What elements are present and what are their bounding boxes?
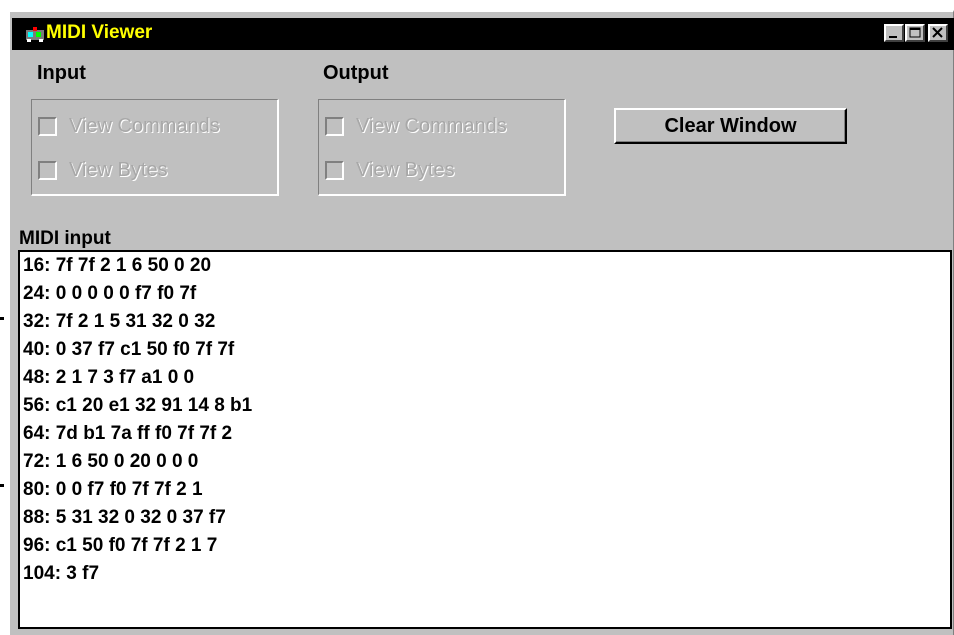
title-bar[interactable]: MIDI Viewer [12, 18, 954, 50]
midi-input-textbox[interactable]: 16: 7f 7f 2 1 6 50 0 20 24: 0 0 0 0 0 f7 … [18, 250, 952, 629]
checkbox-square [38, 117, 57, 136]
edge-mark [0, 484, 4, 487]
midi-input-line: 104: 3 f7 [23, 563, 100, 584]
midi-input-line: 16: 7f 7f 2 1 6 50 0 20 [23, 255, 212, 276]
clear-window-button[interactable]: Clear Window [614, 108, 847, 144]
midi-input-line: 40: 0 37 f7 c1 50 f0 7f 7f [23, 339, 235, 360]
output-view-commands-label: View Commands [356, 115, 507, 137]
window-title: MIDI Viewer [46, 22, 153, 43]
midi-input-line: 64: 7d b1 7a ff f0 7f 7f 2 [23, 423, 233, 444]
minimize-button[interactable] [884, 24, 904, 42]
maximize-button[interactable] [905, 24, 925, 42]
output-view-bytes-checkbox[interactable]: View Bytes [325, 159, 455, 182]
maximize-icon [909, 27, 921, 38]
midi-input-line: 88: 5 31 32 0 32 0 37 f7 [23, 507, 226, 528]
midi-input-line: 56: c1 20 e1 32 91 14 8 b1 [23, 395, 253, 416]
input-group-box: View Commands View Bytes [31, 99, 279, 196]
midi-input-line: 80: 0 0 f7 f0 7f 7f 2 1 [23, 479, 203, 500]
checkbox-square [38, 161, 57, 180]
midi-input-line: 72: 1 6 50 0 20 0 0 0 [23, 451, 199, 472]
checkbox-square [325, 117, 344, 136]
output-view-bytes-label: View Bytes [356, 159, 455, 181]
input-view-commands-checkbox[interactable]: View Commands [38, 115, 220, 138]
input-label: Input [37, 62, 86, 84]
midi-input-label: MIDI input [19, 228, 111, 249]
midi-input-line: 96: c1 50 f0 7f 7f 2 1 7 [23, 535, 218, 556]
output-label: Output [323, 62, 389, 84]
midi-input-line: 32: 7f 2 1 5 31 32 0 32 [23, 311, 216, 332]
midi-input-line: 48: 2 1 7 3 f7 a1 0 0 [23, 367, 195, 388]
input-view-commands-label: View Commands [69, 115, 220, 137]
input-view-bytes-checkbox[interactable]: View Bytes [38, 159, 168, 182]
close-icon [932, 27, 943, 38]
output-group-box: View Commands View Bytes [318, 99, 566, 196]
edge-mark [0, 317, 4, 320]
midi-viewer-window: MIDI Viewer Input Output View Commands V… [8, 10, 954, 635]
midi-input-line: 24: 0 0 0 0 0 f7 f0 7f [23, 283, 197, 304]
minimize-icon [889, 36, 897, 38]
output-view-commands-checkbox[interactable]: View Commands [325, 115, 507, 138]
app-icon [25, 26, 45, 42]
checkbox-square [325, 161, 344, 180]
close-button[interactable] [928, 24, 948, 42]
input-view-bytes-label: View Bytes [69, 159, 168, 181]
